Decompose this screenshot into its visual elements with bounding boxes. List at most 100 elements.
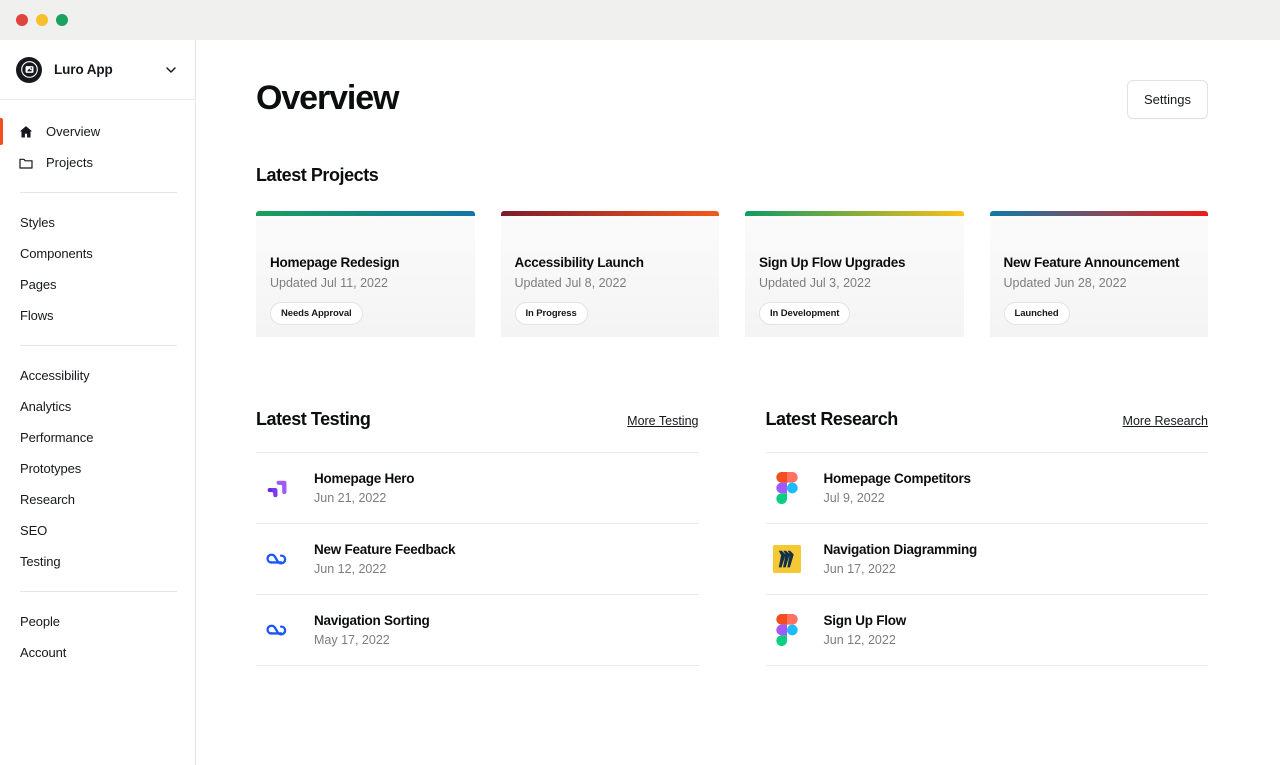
status-badge: Launched bbox=[1003, 302, 1070, 325]
list-item-text: Navigation Sorting May 17, 2022 bbox=[314, 613, 430, 647]
more-testing-link[interactable]: More Testing bbox=[627, 414, 698, 428]
workspace-switcher[interactable]: Luro App bbox=[0, 40, 195, 100]
list-item[interactable]: Homepage Hero Jun 21, 2022 bbox=[256, 452, 699, 523]
project-card-updated: Updated Jul 8, 2022 bbox=[514, 276, 627, 290]
list-item-title: New Feature Feedback bbox=[314, 542, 456, 557]
sidebar-item-overview[interactable]: Overview bbox=[0, 116, 195, 147]
usertesting-icon bbox=[262, 544, 292, 574]
figma-icon bbox=[772, 614, 802, 646]
sidebar-item-account[interactable]: Account bbox=[0, 637, 195, 668]
list-item[interactable]: Sign Up Flow Jun 12, 2022 bbox=[765, 594, 1208, 666]
latest-testing-section: Latest Testing More Testing Homepage Her… bbox=[256, 409, 699, 666]
luro-logo-icon bbox=[16, 56, 42, 83]
list-item-date: Jun 12, 2022 bbox=[314, 562, 387, 576]
list-item-text: Sign Up Flow Jun 12, 2022 bbox=[824, 613, 907, 647]
sidebar-item-research[interactable]: Research bbox=[0, 484, 195, 515]
list-item-text: Homepage Hero Jun 21, 2022 bbox=[314, 471, 415, 505]
list-item[interactable]: Navigation Diagramming Jun 17, 2022 bbox=[765, 523, 1208, 594]
sidebar-item-seo[interactable]: SEO bbox=[0, 515, 195, 546]
bottom-columns: Latest Testing More Testing Homepage Her… bbox=[256, 409, 1208, 666]
project-card-updated: Updated Jul 3, 2022 bbox=[759, 276, 871, 290]
list-item-title: Navigation Diagramming bbox=[823, 542, 978, 557]
sidebar-item-prototypes[interactable]: Prototypes bbox=[0, 453, 195, 484]
sidebar-item-components[interactable]: Components bbox=[0, 238, 195, 269]
list-item[interactable]: Homepage Competitors Jul 9, 2022 bbox=[765, 452, 1208, 523]
sidebar-item-flows[interactable]: Flows bbox=[0, 300, 195, 331]
settings-button[interactable]: Settings bbox=[1127, 80, 1208, 119]
sidebar-divider-3 bbox=[20, 591, 177, 592]
sidebar-item-projects[interactable]: Projects bbox=[0, 147, 195, 178]
project-cards-grid: Homepage Redesign Updated Jul 11, 2022 N… bbox=[256, 211, 1208, 337]
latest-projects-heading: Latest Projects bbox=[256, 165, 379, 185]
latest-research-heading: Latest Research bbox=[765, 409, 899, 429]
project-card-accent-bar bbox=[500, 211, 719, 216]
project-card-title: Homepage Redesign bbox=[270, 255, 400, 270]
project-card[interactable]: New Feature Announcement Updated Jun 28,… bbox=[989, 211, 1208, 337]
sidebar-item-label: Projects bbox=[46, 155, 93, 170]
nav-design-group: Styles Components Pages Flows bbox=[0, 207, 195, 331]
list-item-title: Sign Up Flow bbox=[823, 613, 907, 628]
project-card[interactable]: Sign Up Flow Upgrades Updated Jul 3, 202… bbox=[745, 211, 964, 337]
main-content: Overview Settings Latest Projects Homepa… bbox=[196, 40, 1280, 765]
list-item-text: New Feature Feedback Jun 12, 2022 bbox=[314, 542, 456, 576]
list-item-text: Homepage Competitors Jul 9, 2022 bbox=[823, 471, 972, 505]
project-card-updated: Updated Jun 28, 2022 bbox=[1003, 276, 1127, 290]
more-research-link[interactable]: More Research bbox=[1123, 414, 1208, 428]
latest-testing-heading: Latest Testing bbox=[256, 409, 371, 429]
maze-icon bbox=[262, 473, 292, 503]
sidebar-divider-2 bbox=[20, 345, 177, 346]
nav-primary-group: Overview Projects bbox=[0, 116, 195, 178]
sidebar-item-label: Overview bbox=[46, 124, 101, 139]
list-item[interactable]: Navigation Sorting May 17, 2022 bbox=[256, 594, 699, 666]
list-item-date: Jul 9, 2022 bbox=[823, 491, 885, 505]
latest-testing-list: Homepage Hero Jun 21, 2022 New Feature F… bbox=[256, 452, 699, 666]
miro-icon bbox=[772, 544, 802, 574]
sidebar-item-accessibility[interactable]: Accessibility bbox=[0, 360, 195, 391]
page-header: Overview Settings bbox=[256, 79, 1208, 119]
sidebar-divider-1 bbox=[20, 192, 177, 193]
folder-icon bbox=[17, 154, 34, 171]
project-card-accent-bar bbox=[745, 211, 964, 216]
sidebar-item-styles[interactable]: Styles bbox=[0, 207, 195, 238]
list-item-date: Jun 17, 2022 bbox=[823, 562, 896, 576]
latest-testing-header: Latest Testing More Testing bbox=[256, 409, 699, 430]
sidebar: Luro App Overview Projects Styles Compon… bbox=[0, 40, 196, 765]
project-card[interactable]: Homepage Redesign Updated Jul 11, 2022 N… bbox=[256, 211, 475, 337]
window-minimize-button[interactable] bbox=[36, 14, 48, 26]
nav-account-group: People Account bbox=[0, 606, 195, 668]
usertesting-icon bbox=[262, 615, 292, 645]
list-item-date: Jun 21, 2022 bbox=[314, 491, 387, 505]
list-item-title: Navigation Sorting bbox=[314, 613, 430, 628]
status-badge: Needs Approval bbox=[270, 302, 363, 325]
chevron-down-icon bbox=[163, 62, 179, 78]
sidebar-item-people[interactable]: People bbox=[0, 606, 195, 637]
sidebar-item-performance[interactable]: Performance bbox=[0, 422, 195, 453]
latest-research-list: Homepage Competitors Jul 9, 2022 Navigat… bbox=[765, 452, 1208, 666]
list-item[interactable]: New Feature Feedback Jun 12, 2022 bbox=[256, 523, 699, 594]
window-zoom-button[interactable] bbox=[56, 14, 68, 26]
app-shell: Luro App Overview Projects Styles Compon… bbox=[0, 40, 1280, 765]
project-card-accent-bar bbox=[256, 211, 475, 216]
sidebar-nav: Overview Projects Styles Components Page… bbox=[0, 100, 195, 668]
project-card-title: Sign Up Flow Upgrades bbox=[759, 255, 906, 270]
project-card[interactable]: Accessibility Launch Updated Jul 8, 2022… bbox=[500, 211, 719, 337]
list-item-title: Homepage Competitors bbox=[823, 471, 972, 486]
workspace-name: Luro App bbox=[54, 62, 113, 77]
sidebar-item-analytics[interactable]: Analytics bbox=[0, 391, 195, 422]
latest-research-section: Latest Research More Research Homepage C… bbox=[765, 409, 1209, 666]
sidebar-item-testing[interactable]: Testing bbox=[0, 546, 195, 577]
latest-research-header: Latest Research More Research bbox=[766, 409, 1209, 430]
project-card-accent-bar bbox=[989, 211, 1208, 216]
sidebar-item-pages[interactable]: Pages bbox=[0, 269, 195, 300]
list-item-date: Jun 12, 2022 bbox=[823, 633, 896, 647]
project-card-title: Accessibility Launch bbox=[514, 255, 645, 270]
list-item-date: May 17, 2022 bbox=[314, 633, 390, 647]
nav-insights-group: Accessibility Analytics Performance Prot… bbox=[0, 360, 195, 577]
list-item-title: Homepage Hero bbox=[314, 471, 415, 486]
status-badge: In Progress bbox=[514, 302, 588, 325]
window-close-button[interactable] bbox=[16, 14, 28, 26]
project-card-updated: Updated Jul 11, 2022 bbox=[270, 276, 388, 290]
window-titlebar bbox=[0, 0, 1280, 40]
home-icon bbox=[17, 123, 34, 140]
page-title: Overview bbox=[256, 79, 400, 117]
